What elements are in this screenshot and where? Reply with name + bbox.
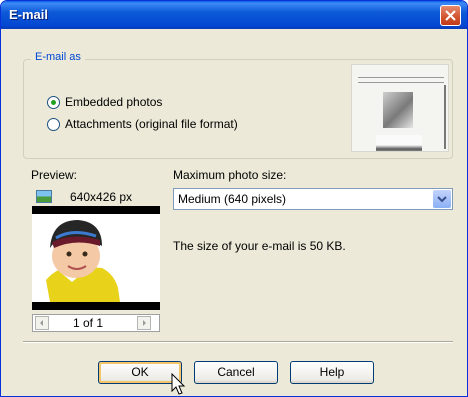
mouse-cursor-icon — [171, 373, 186, 395]
radio-button[interactable] — [47, 95, 60, 109]
email-size-info: The size of your e-mail is 50 KB. — [173, 239, 346, 253]
radio-attachments[interactable]: Attachments (original file format) — [47, 116, 238, 132]
max-size-select[interactable]: Medium (640 pixels) — [173, 188, 453, 210]
ok-button[interactable]: OK — [98, 361, 182, 384]
image-icon — [36, 190, 52, 203]
close-button[interactable] — [440, 5, 461, 26]
help-button[interactable]: Help — [290, 361, 374, 384]
close-icon — [445, 10, 456, 21]
thumbnail-line — [358, 82, 444, 83]
radio-button[interactable] — [47, 117, 60, 131]
cancel-button[interactable]: Cancel — [194, 361, 278, 384]
image-dimensions: 640x426 px — [70, 189, 133, 204]
title-bar[interactable]: E-mail — [1, 1, 467, 29]
preview-label: Preview: — [31, 168, 78, 182]
dropdown-button[interactable] — [433, 190, 451, 208]
arrow-left-icon — [40, 320, 43, 326]
chevron-down-icon — [437, 196, 447, 203]
thumbnail-line — [358, 77, 444, 78]
radio-label: Embedded photos — [65, 95, 163, 109]
thumbnail-photo — [376, 135, 422, 151]
dialog-title: E-mail — [9, 7, 49, 22]
email-layout-thumbnail — [351, 64, 449, 152]
separator — [23, 341, 453, 343]
next-button[interactable] — [137, 316, 151, 330]
select-value: Medium (640 pixels) — [178, 192, 287, 206]
previous-button[interactable] — [35, 316, 49, 330]
thumbnail-scrollbar — [444, 85, 446, 149]
letterbox-bar — [32, 302, 160, 310]
radio-label: Attachments (original file format) — [65, 117, 238, 131]
preview-header: 640x426 px — [32, 187, 160, 206]
max-size-label: Maximum photo size: — [173, 168, 287, 182]
email-as-label: E-mail as — [31, 51, 85, 63]
pager-text: 1 of 1 — [73, 316, 104, 330]
child-photo-image — [32, 214, 160, 302]
email-dialog: E-mail E-mail as Embedded photos Attachm… — [0, 0, 468, 397]
thumbnail-photo — [383, 92, 413, 128]
photo-preview — [32, 206, 160, 310]
radio-selected-dot — [51, 99, 56, 105]
radio-embedded-photos[interactable]: Embedded photos — [47, 94, 162, 110]
arrow-right-icon — [143, 320, 146, 326]
preview-pager: 1 of 1 — [32, 314, 160, 332]
